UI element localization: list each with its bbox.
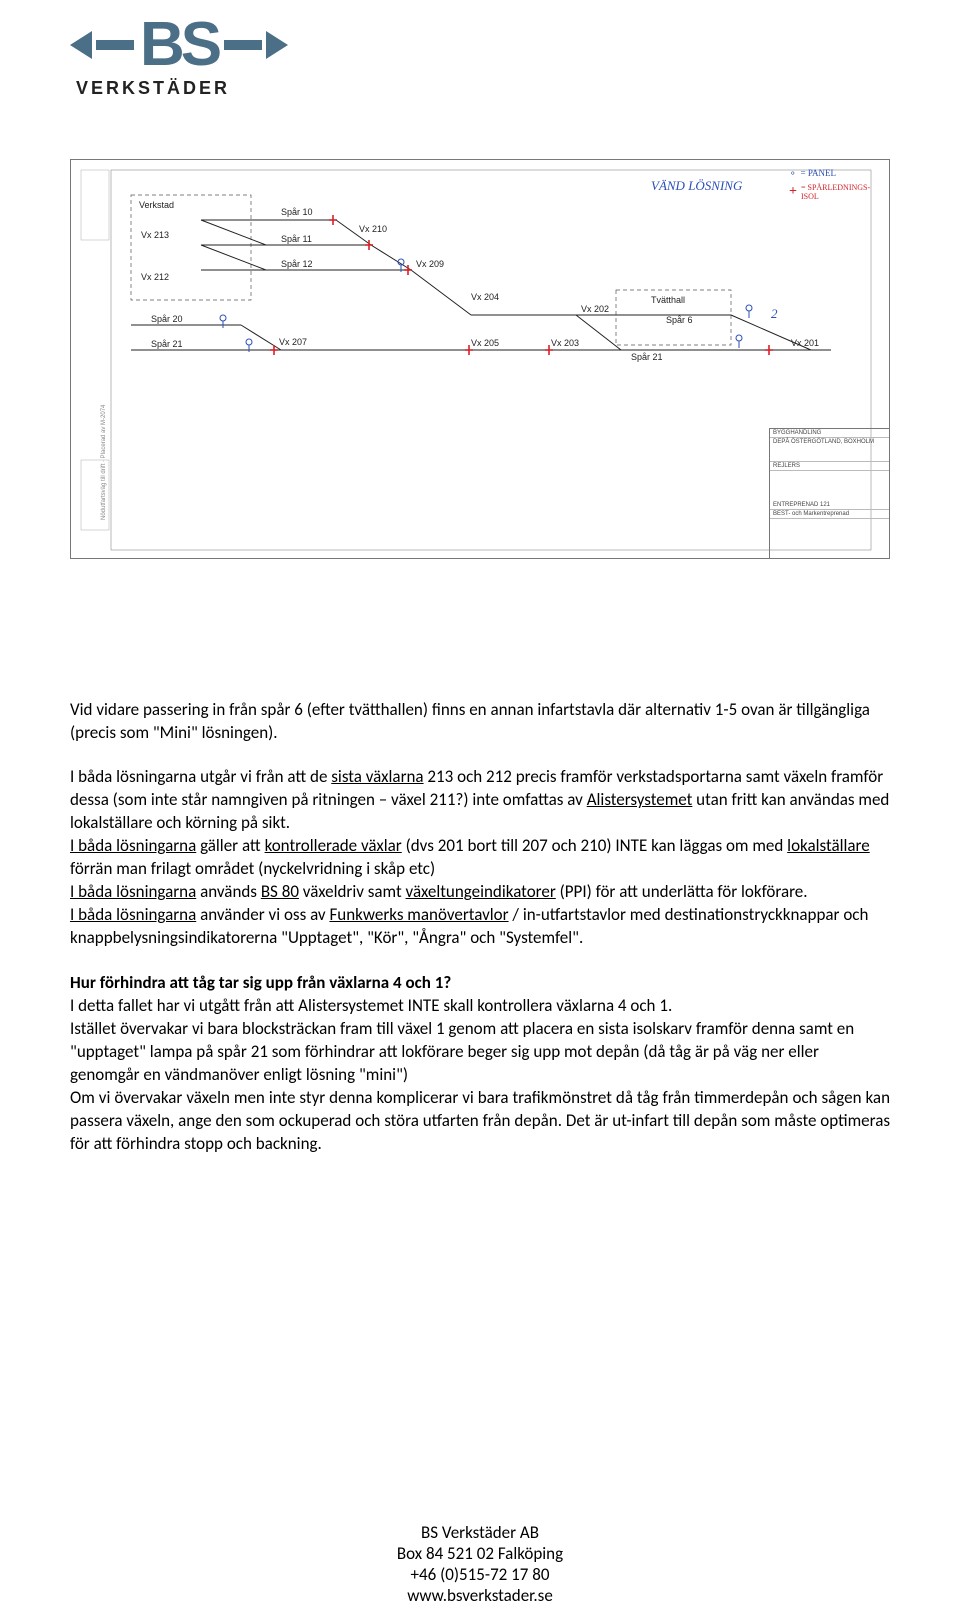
label-vx210: Vx 210 [359, 224, 387, 234]
label-two: 2 [771, 306, 778, 321]
legend-panel-text: = PANEL [801, 168, 837, 178]
para7: Istället övervakar vi bara blocksträckan… [70, 1018, 890, 1087]
para3: I båda lösningarna gäller att kontroller… [70, 835, 890, 881]
diagram-handwritten-title: VÄND LÖSNING [651, 178, 743, 193]
footer-phone: +46 (0)515-72 17 80 [0, 1564, 960, 1585]
document-body: Vid vidare passering in från spår 6 (eft… [70, 699, 890, 1156]
logo: BS VERKSTÄDER [70, 20, 890, 99]
label-vx205: Vx 205 [471, 338, 499, 348]
label-spar6: Spår 6 [666, 315, 693, 325]
tb-l3: REJLERS [770, 462, 889, 471]
footer-company: BS Verkstäder AB [0, 1522, 960, 1543]
footer-address: Box 84 521 02 Falköping [0, 1543, 960, 1564]
label-vx201: Vx 201 [791, 338, 819, 348]
para2: I båda lösningarna utgår vi från att de … [70, 766, 890, 835]
para8: Om vi övervakar växeln men inte styr den… [70, 1087, 890, 1156]
label-vx212: Vx 212 [141, 272, 169, 282]
label-vx209: Vx 209 [416, 259, 444, 269]
label-verkstad: Verkstad [139, 200, 174, 210]
track-diagram: Verkstad Vx 213 Vx 212 Tvätthall [70, 159, 890, 559]
label-spar21b: Spår 21 [631, 352, 663, 362]
para6: I detta fallet har vi utgått från att Al… [70, 995, 890, 1018]
label-vx207: Vx 207 [279, 337, 307, 347]
para1: Vid vidare passering in från spår 6 (eft… [70, 699, 890, 745]
label-spar12: Spår 12 [281, 259, 313, 269]
legend-iso-icon: + [789, 184, 797, 200]
heading-question: Hur förhindra att tåg tar sig upp från v… [70, 972, 890, 995]
logo-bar-right [224, 40, 262, 50]
label-spar20: Spår 20 [151, 314, 183, 324]
diagram-titleblock: BYGGHANDLING DEPÅ ÖSTERGÖTLAND, BOXHOLM … [769, 428, 889, 558]
label-vx204: Vx 204 [471, 292, 499, 302]
tb-l2: DEPÅ ÖSTERGÖTLAND, BOXHOLM [770, 438, 889, 462]
diagram-legend: ⚬ = PANEL + = SPÅRLEDNINGS-ISOL [789, 168, 885, 205]
diagram-side-note: Nödutfartsväg till drift · Placerad av M… [101, 404, 107, 519]
legend-iso-text: = SPÅRLEDNINGS-ISOL [801, 183, 885, 201]
logo-bar-left [96, 40, 134, 50]
page-footer: BS Verkstäder AB Box 84 521 02 Falköping… [0, 1522, 960, 1606]
para5: I båda lösningarna använder vi oss av Fu… [70, 904, 890, 950]
label-vx202: Vx 202 [581, 304, 609, 314]
legend-panel-icon: ⚬ [789, 168, 797, 179]
tb-l5: BEST- och Markentreprenad [770, 510, 889, 519]
logo-arrow-left-icon [70, 31, 92, 59]
label-tvatthall: Tvätthall [651, 295, 685, 305]
logo-subtitle: VERKSTÄDER [76, 78, 890, 99]
footer-web: www.bsverkstader.se [0, 1585, 960, 1606]
logo-bs-text: BS [140, 20, 218, 70]
label-spar11: Spår 11 [281, 234, 312, 244]
label-spar10: Spår 10 [281, 207, 313, 217]
tb-l1: BYGGHANDLING [770, 429, 889, 438]
label-vx203: Vx 203 [551, 338, 579, 348]
label-vx213: Vx 213 [141, 230, 169, 240]
tb-l4: ENTREPRENAD 121 [770, 501, 889, 510]
para4: I båda lösningarna används BS 80 växeldr… [70, 881, 890, 904]
logo-arrow-right-icon [266, 31, 288, 59]
track-svg: Verkstad Vx 213 Vx 212 Tvätthall [71, 160, 891, 560]
label-spar21: Spår 21 [151, 339, 183, 349]
